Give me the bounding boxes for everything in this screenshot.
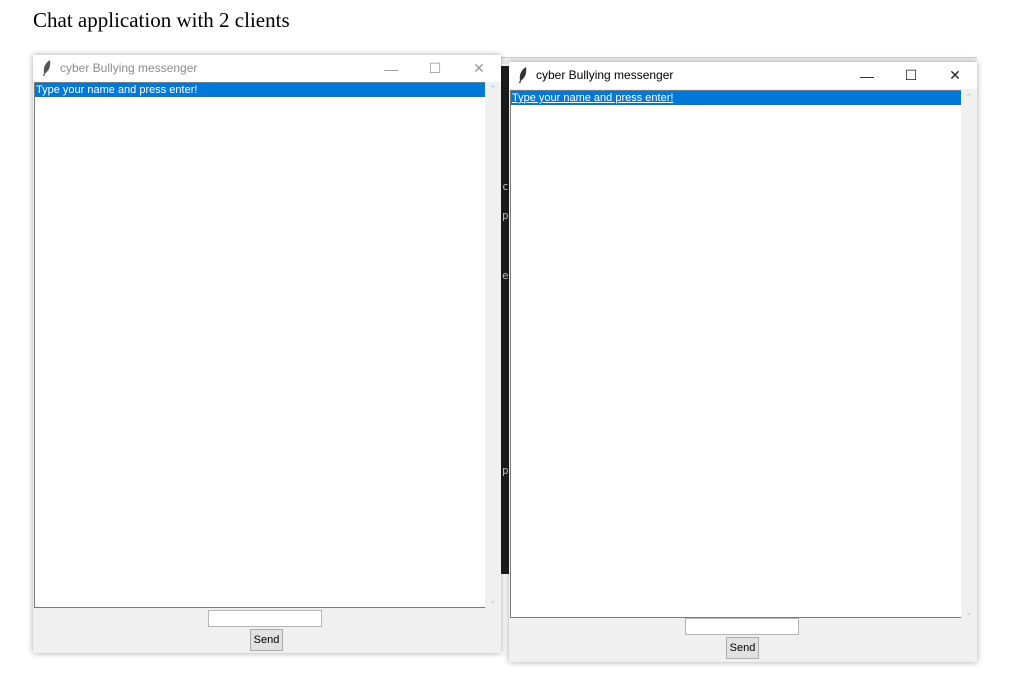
chevron-up-icon[interactable]: ⌃ xyxy=(961,92,977,103)
scrollbar[interactable]: ⌃ ⌄ xyxy=(961,90,977,620)
chat-client-window-1: cyber Bullying messenger — ☐ ✕ Type your… xyxy=(33,55,501,653)
maximize-button[interactable]: ☐ xyxy=(889,62,933,89)
chat-client-window-2: cyber Bullying messenger — ☐ ✕ Type your… xyxy=(509,62,977,662)
close-button[interactable]: ✕ xyxy=(933,62,977,89)
feather-icon xyxy=(43,60,51,76)
list-item[interactable]: Type your name and press enter! xyxy=(35,83,485,97)
message-list[interactable]: Type your name and press enter! xyxy=(510,90,962,618)
list-item[interactable]: Type your name and press enter! xyxy=(511,91,961,105)
send-button[interactable]: Send xyxy=(250,629,283,651)
title-bar[interactable]: cyber Bullying messenger — ☐ ✕ xyxy=(509,62,977,89)
send-button[interactable]: Send xyxy=(726,637,759,659)
terminal-fragment: e xyxy=(502,269,509,282)
window-title: cyber Bullying messenger xyxy=(536,68,674,82)
message-input[interactable] xyxy=(208,610,322,627)
terminal-fragment: p xyxy=(502,209,509,222)
scrollbar[interactable]: ⌃ ⌄ xyxy=(485,82,501,608)
close-button[interactable]: ✕ xyxy=(457,55,501,82)
chevron-down-icon[interactable]: ⌄ xyxy=(485,595,501,606)
feather-icon xyxy=(519,67,527,83)
title-bar[interactable]: cyber Bullying messenger — ☐ ✕ xyxy=(33,55,501,82)
chevron-down-icon[interactable]: ⌄ xyxy=(961,607,977,618)
maximize-button[interactable]: ☐ xyxy=(413,55,457,82)
minimize-button[interactable]: — xyxy=(369,55,413,82)
page-heading: Chat application with 2 clients xyxy=(33,8,290,32)
message-list[interactable]: Type your name and press enter! xyxy=(34,82,486,608)
message-input[interactable] xyxy=(685,618,799,635)
terminal-fragment: c xyxy=(502,180,509,193)
chevron-up-icon[interactable]: ⌃ xyxy=(485,84,501,95)
terminal-fragment: p xyxy=(502,464,509,477)
minimize-button[interactable]: — xyxy=(845,62,889,89)
window-title: cyber Bullying messenger xyxy=(60,61,198,75)
